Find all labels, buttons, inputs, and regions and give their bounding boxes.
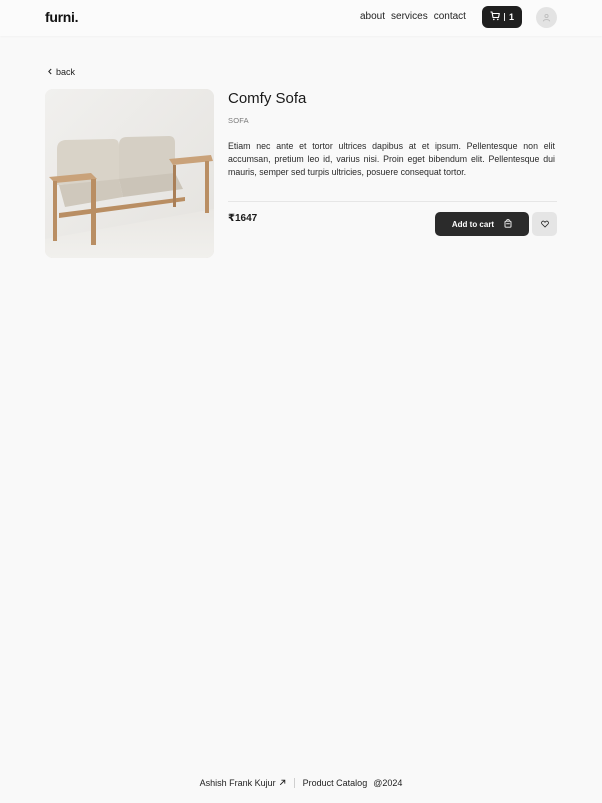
add-to-cart-label: Add to cart [451,219,495,229]
user-avatar[interactable] [536,7,557,28]
cart-button[interactable]: 1 [482,6,522,28]
shopping-bag-icon [504,218,512,230]
footer-year: @2024 [373,778,403,788]
back-label: back [56,67,76,77]
footer-divider [293,778,295,788]
divider [228,201,557,202]
add-to-cart-button[interactable]: Add to cart [435,212,529,236]
back-link[interactable]: back [47,67,75,77]
nav-contact-link[interactable]: contact [434,11,466,22]
product-title: Comfy Sofa [228,90,307,107]
sofa-illustration [45,89,214,258]
chevron-left-icon [47,67,53,77]
cart-icon [490,11,500,23]
author-link[interactable]: Ashish Frank Kujur [200,778,286,788]
wishlist-button[interactable] [532,212,557,236]
product-description: Etiam nec ante et tortor ultrices dapibu… [228,141,555,177]
user-icon [542,9,551,27]
page: furni. about services contact 1 back Com… [0,0,602,803]
author-name: Ashish Frank Kujur [199,778,276,788]
logo[interactable]: furni. [45,9,79,25]
product-image [45,89,214,258]
external-link-icon [279,778,286,788]
footer-catalog: Product Catalog [302,778,368,788]
site-header: furni. about services contact 1 [0,0,602,36]
cart-separator [503,13,505,21]
nav-services-link[interactable]: services [391,11,428,22]
heart-icon [540,215,549,233]
cart-count: 1 [508,12,514,22]
product-price: ₹1647 [228,213,258,224]
site-footer: Ashish Frank Kujur Product Catalog @2024 [0,776,602,790]
main-nav: about services contact [360,11,466,22]
nav-about-link[interactable]: about [360,11,385,22]
product-category: SOFA [228,116,249,125]
